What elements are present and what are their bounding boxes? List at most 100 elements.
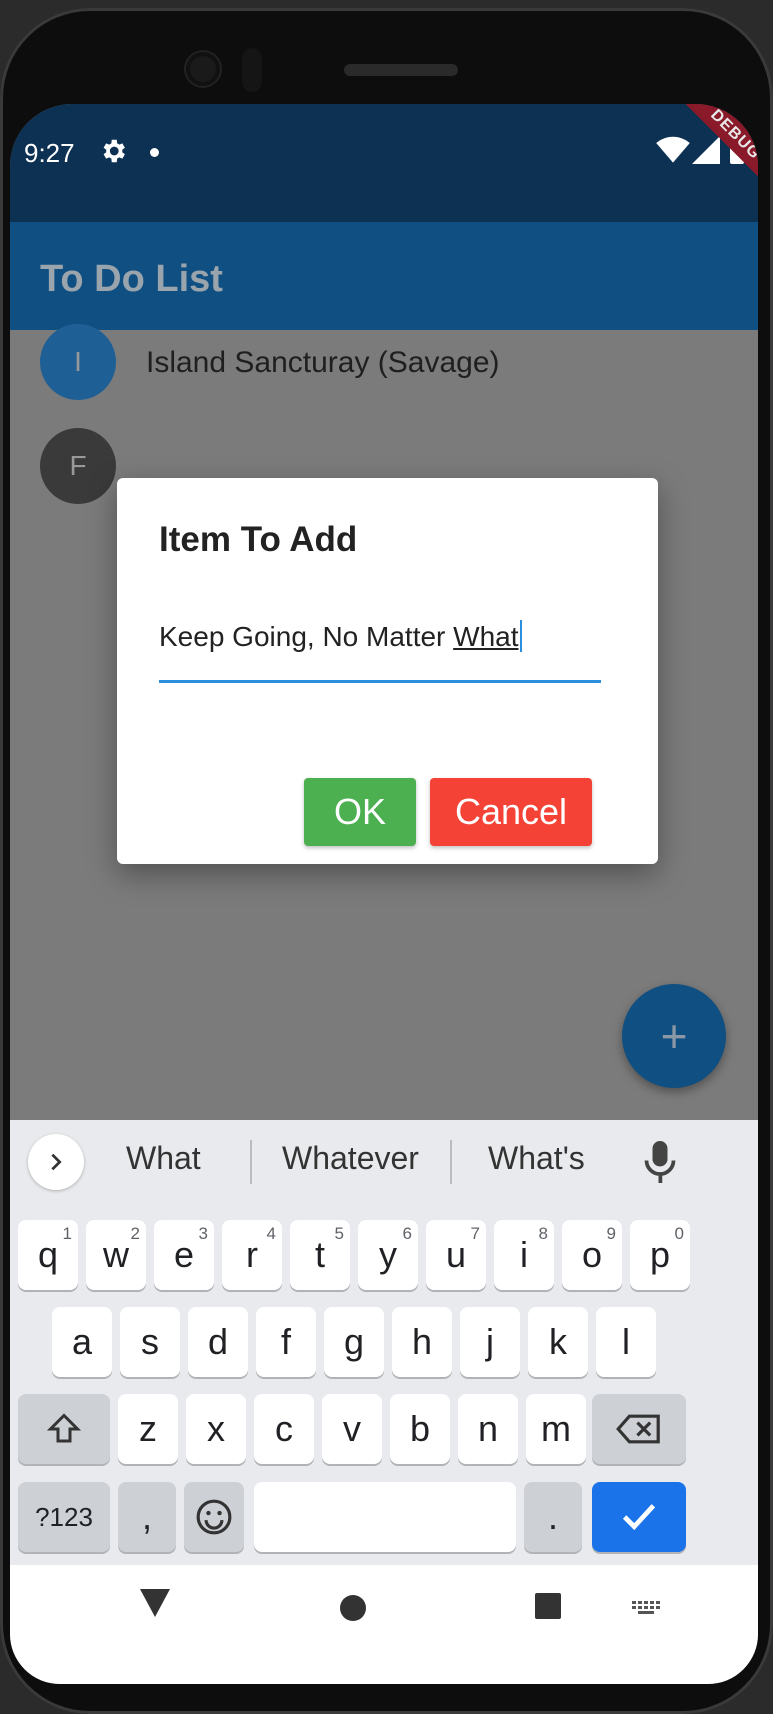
key-p[interactable]: p0 [630, 1220, 690, 1290]
add-item-fab[interactable]: + [622, 984, 726, 1088]
wifi-icon [656, 136, 690, 163]
ok-button[interactable]: OK [304, 778, 416, 846]
key-j[interactable]: j [460, 1307, 520, 1377]
key-label: y [379, 1234, 397, 1275]
dialog-title: Item To Add [159, 520, 358, 559]
chevron-right-icon [51, 1153, 62, 1171]
key-b[interactable]: b [390, 1394, 450, 1464]
key-label: p [649, 1234, 671, 1275]
system-nav-bar [10, 1565, 758, 1684]
key-a[interactable]: a [52, 1307, 112, 1377]
nav-home-icon[interactable] [340, 1595, 366, 1621]
space-key[interactable] [254, 1482, 516, 1552]
key-h[interactable]: h [392, 1307, 452, 1377]
key-number-hint: 6 [402, 1224, 412, 1243]
microphone-icon[interactable] [642, 1138, 678, 1186]
key-number-hint: 8 [538, 1224, 548, 1243]
avatar-initial: I [74, 346, 82, 377]
suggestion-divider [250, 1140, 252, 1184]
key-number-hint: 5 [334, 1224, 344, 1243]
key-t[interactable]: t5 [290, 1220, 350, 1290]
key-s[interactable]: s [120, 1307, 180, 1377]
front-camera [186, 52, 220, 86]
key-x[interactable]: x [186, 1394, 246, 1464]
key-n[interactable]: n [458, 1394, 518, 1464]
key-number-hint: 9 [606, 1224, 616, 1243]
key-r[interactable]: r4 [222, 1220, 282, 1290]
emoji-smiley-icon [196, 1499, 232, 1535]
key-m[interactable]: m [526, 1394, 586, 1464]
expand-toolbar-button[interactable] [28, 1134, 84, 1190]
composing-word: What [453, 621, 519, 652]
comma-key[interactable]: , [118, 1482, 176, 1552]
key-v[interactable]: v [322, 1394, 382, 1464]
key-number-hint: 1 [62, 1224, 72, 1243]
key-o[interactable]: o9 [562, 1220, 622, 1290]
nav-back-icon[interactable] [140, 1589, 170, 1617]
enter-done-key[interactable] [592, 1482, 686, 1552]
key-g[interactable]: g [324, 1307, 384, 1377]
suggestion-strip: What Whatever What's [10, 1120, 758, 1204]
nav-recents-icon[interactable] [535, 1593, 561, 1619]
key-i[interactable]: i8 [494, 1220, 554, 1290]
key-l[interactable]: l [596, 1307, 656, 1377]
item-text-input[interactable]: Keep Going, No Matter What [159, 616, 601, 683]
key-q[interactable]: q1 [18, 1220, 78, 1290]
status-time: 9:27 [24, 138, 75, 168]
key-label: e [173, 1234, 195, 1275]
key-z[interactable]: z [118, 1394, 178, 1464]
device-frame: 9:27 DEBUG To Do List I Island Sancturay… [0, 0, 773, 1714]
cancel-button[interactable]: Cancel [430, 778, 592, 846]
notification-dot-icon [150, 148, 159, 157]
list-item[interactable]: I Island Sancturay (Savage) [10, 324, 758, 424]
key-y[interactable]: y6 [358, 1220, 418, 1290]
proximity-sensor [242, 48, 262, 92]
earpiece-speaker [344, 64, 458, 76]
key-label: r [246, 1234, 258, 1275]
key-label: u [445, 1234, 467, 1275]
settings-gear-icon [103, 139, 125, 163]
symbols-key[interactable]: ?123 [18, 1482, 110, 1552]
key-c[interactable]: c [254, 1394, 314, 1464]
shift-key[interactable] [18, 1394, 110, 1464]
period-key[interactable]: . [524, 1482, 582, 1552]
key-label: t [314, 1234, 325, 1275]
key-u[interactable]: u7 [426, 1220, 486, 1290]
backspace-key[interactable] [592, 1394, 686, 1464]
plus-icon: + [660, 1010, 688, 1062]
page-title: To Do List [40, 258, 223, 300]
key-k[interactable]: k [528, 1307, 588, 1377]
suggestion-2[interactable]: Whatever [282, 1140, 419, 1177]
avatar-initial: F [69, 450, 87, 481]
key-w[interactable]: w2 [86, 1220, 146, 1290]
key-label: o [581, 1234, 603, 1275]
emoji-key[interactable] [184, 1482, 244, 1552]
input-value: Keep Going, No Matter What [159, 620, 522, 653]
input-value-prefix: Keep Going, No Matter [159, 621, 454, 652]
key-number-hint: 7 [470, 1224, 480, 1243]
screen: 9:27 DEBUG To Do List I Island Sancturay… [10, 104, 758, 1684]
soft-keyboard: What Whatever What's q1w2e3r4t5y6u7i8o9p… [10, 1120, 758, 1565]
key-number-hint: 3 [198, 1224, 208, 1243]
suggestion-divider [450, 1140, 452, 1184]
key-number-hint: 4 [266, 1224, 276, 1243]
suggestion-1[interactable]: What [126, 1140, 201, 1177]
add-item-dialog: Item To Add Keep Going, No Matter What O… [117, 478, 658, 864]
key-f[interactable]: f [256, 1307, 316, 1377]
app-bar: To Do List [10, 222, 758, 330]
cell-signal-icon [692, 136, 720, 164]
key-number-hint: 2 [130, 1224, 140, 1243]
suggestion-3[interactable]: What's [488, 1140, 585, 1177]
keyboard-switch-icon[interactable] [632, 1601, 660, 1615]
shift-arrow-icon [46, 1413, 82, 1443]
key-e[interactable]: e3 [154, 1220, 214, 1290]
backspace-icon [616, 1414, 660, 1444]
key-d[interactable]: d [188, 1307, 248, 1377]
checkmark-icon [622, 1504, 656, 1531]
avatar: F [40, 428, 116, 504]
key-label: q [37, 1234, 59, 1275]
text-caret [519, 620, 522, 652]
key-number-hint: 0 [674, 1224, 684, 1243]
status-bar: 9:27 DEBUG [10, 104, 758, 222]
avatar: I [40, 324, 116, 400]
